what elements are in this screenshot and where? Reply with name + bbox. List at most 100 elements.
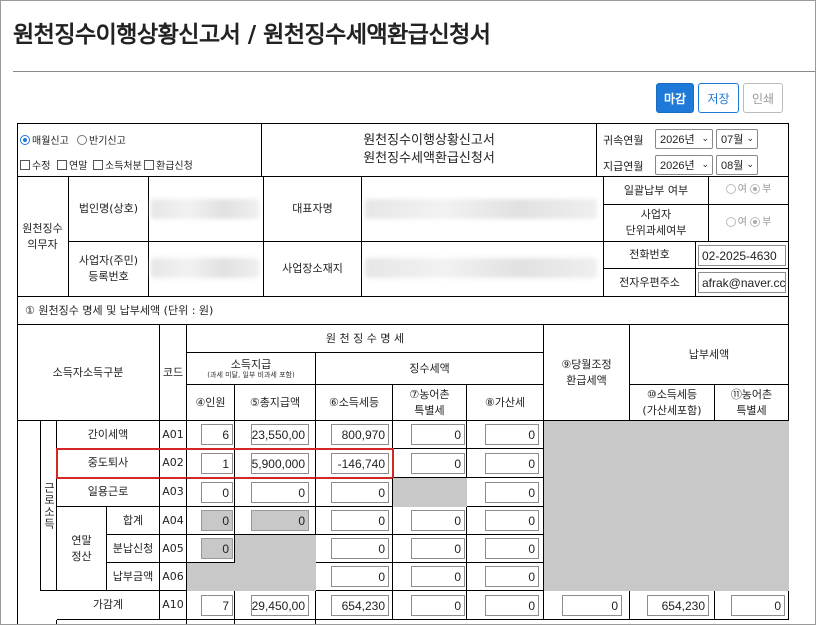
biz-no-input[interactable]: [151, 258, 259, 278]
row-a02-rural[interactable]: 0: [411, 453, 465, 474]
income-class-header: 소득자소득구분: [17, 325, 160, 421]
row-a10-pay-rural[interactable]: 0: [731, 595, 785, 616]
pay-year-select[interactable]: 2026년 ⌄: [655, 155, 713, 175]
row-a03-tax[interactable]: 0: [331, 482, 389, 503]
row-a10-add[interactable]: 0: [485, 595, 539, 616]
form-title-cell: 원천징수이행상황신고서 원천징수세액환급신청서: [262, 123, 597, 177]
row-a10-tax[interactable]: 654,230: [331, 595, 389, 616]
row-a10-rural[interactable]: 0: [411, 595, 465, 616]
phone-label: 전화번호: [604, 242, 696, 269]
print-button[interactable]: 인쇄: [743, 83, 783, 113]
unit-tax-yes-radio[interactable]: [725, 216, 736, 227]
row-a10-count[interactable]: 7: [201, 595, 233, 616]
next-row-count: [187, 620, 235, 624]
pay-label: 지급연월: [603, 160, 644, 173]
belong-month-select[interactable]: 07월 ⌄: [716, 129, 758, 149]
row-a05-count[interactable]: 0: [201, 538, 233, 559]
form-title-line2: 원천징수세액환급신청서: [363, 150, 495, 166]
row-a04-count[interactable]: 0: [201, 510, 233, 531]
detail-header: 원 천 징 수 명 세: [187, 325, 544, 353]
modify-label: 수정: [32, 161, 51, 172]
rep-input[interactable]: [365, 199, 597, 219]
row-a10-pay[interactable]: 29,450,00: [251, 595, 309, 616]
yearend-checkbox[interactable]: [57, 159, 67, 170]
refund-option[interactable]: 환급신청: [144, 157, 193, 172]
unit-tax-label: 사업자 단위과세여부: [604, 205, 709, 242]
row-a01-code: A01: [160, 421, 187, 449]
address-label: 사업장소재지: [264, 242, 362, 297]
tax-header: 징수세액: [316, 353, 544, 385]
row-a03-pay[interactable]: 0: [251, 482, 309, 503]
report-half-label: 반기신고: [89, 136, 126, 147]
pay-month-select[interactable]: 08월 ⌄: [716, 155, 758, 175]
row-a04-pay[interactable]: 0: [251, 510, 309, 531]
row-a01-count[interactable]: 6: [201, 424, 233, 445]
report-monthly-radio[interactable]: [20, 134, 30, 145]
bulk-pay-yes-label: 여: [737, 184, 747, 196]
income-disposal-option[interactable]: 소득처분: [93, 157, 142, 172]
row-a01-tax[interactable]: 800,970: [331, 424, 389, 445]
row-a04-code: A04: [160, 507, 187, 535]
row-a01-add[interactable]: 0: [485, 424, 539, 445]
title-divider: [13, 71, 815, 72]
unit-tax-no-label: 부: [762, 216, 772, 228]
report-half-radio[interactable]: [77, 134, 87, 145]
email-label: 전자우편주소: [604, 269, 696, 297]
count-header: ④인원: [187, 385, 235, 421]
unit-tax-no-radio[interactable]: [750, 216, 761, 227]
unit-tax-yes-label: 여: [737, 216, 747, 228]
belong-label: 귀속연월: [603, 134, 644, 147]
yearend-group-label: 연말 정산: [57, 507, 107, 591]
row-a03-name: 일용근로: [57, 478, 160, 507]
row-a10-adjust[interactable]: 0: [562, 595, 622, 616]
next-row-name: [57, 620, 187, 624]
row-a05-tax[interactable]: 0: [331, 538, 389, 559]
row-a04-add[interactable]: 0: [485, 510, 539, 531]
row-a02-add[interactable]: 0: [485, 453, 539, 474]
email-input[interactable]: afrak@naver.cc: [698, 272, 786, 293]
row-a03-shaded: [544, 478, 789, 507]
row-a06-count-shaded: [187, 563, 235, 591]
row-a02-tax[interactable]: -146,740: [331, 453, 389, 474]
bulk-pay-no-radio[interactable]: [750, 184, 761, 195]
group-spacer: [17, 421, 41, 591]
modify-checkbox[interactable]: [20, 159, 30, 170]
row-a04-tax[interactable]: 0: [331, 510, 389, 531]
row-a05-rural[interactable]: 0: [411, 538, 465, 559]
row-a03-count[interactable]: 0: [201, 482, 233, 503]
report-half-option[interactable]: 반기신고: [77, 132, 126, 147]
labor-income-label: 근로소득: [42, 481, 56, 530]
row-a02-count[interactable]: 1: [201, 453, 233, 474]
bulk-pay-label: 일괄납부 여부: [604, 177, 709, 205]
row-a04-rural[interactable]: 0: [411, 510, 465, 531]
row-a03-add[interactable]: 0: [485, 482, 539, 503]
yearend-option[interactable]: 연말: [57, 157, 87, 172]
row-a06-name: 납부금액: [107, 563, 160, 591]
row-a06-rural[interactable]: 0: [411, 566, 465, 587]
row-a02-pay[interactable]: 5,900,000: [251, 453, 309, 474]
row-a05-add[interactable]: 0: [485, 538, 539, 559]
report-monthly-option[interactable]: 매월신고: [20, 132, 69, 147]
row-a02-name: 중도퇴사: [57, 449, 160, 478]
address-input[interactable]: [365, 258, 597, 278]
row-a01-rural[interactable]: 0: [411, 424, 465, 445]
total-pay-header: ⑤총지급액: [235, 385, 316, 421]
belong-year-select[interactable]: 2026년 ⌄: [655, 129, 713, 149]
row-a10-pay-tax[interactable]: 654,230: [647, 595, 709, 616]
row-a06-tax[interactable]: 0: [331, 566, 389, 587]
save-button[interactable]: 저장: [698, 83, 739, 113]
income-disposal-checkbox[interactable]: [93, 159, 103, 170]
row-a06-add[interactable]: 0: [485, 566, 539, 587]
bulk-pay-no-label: 부: [762, 184, 772, 196]
close-button[interactable]: 마감: [656, 83, 694, 113]
code-header: 코드: [160, 325, 187, 421]
row-a01-pay[interactable]: 23,550,00: [251, 424, 309, 445]
phone-input[interactable]: 02-2025-4630: [698, 245, 786, 266]
refund-checkbox[interactable]: [144, 159, 154, 170]
additional-header: ⑧가산세: [467, 385, 544, 421]
yearend-label: 연말: [69, 161, 88, 172]
modify-option[interactable]: 수정: [20, 157, 50, 172]
payment-header: 납부세액: [630, 325, 789, 385]
bulk-pay-yes-radio[interactable]: [725, 184, 736, 195]
corp-name-input[interactable]: [151, 199, 259, 219]
